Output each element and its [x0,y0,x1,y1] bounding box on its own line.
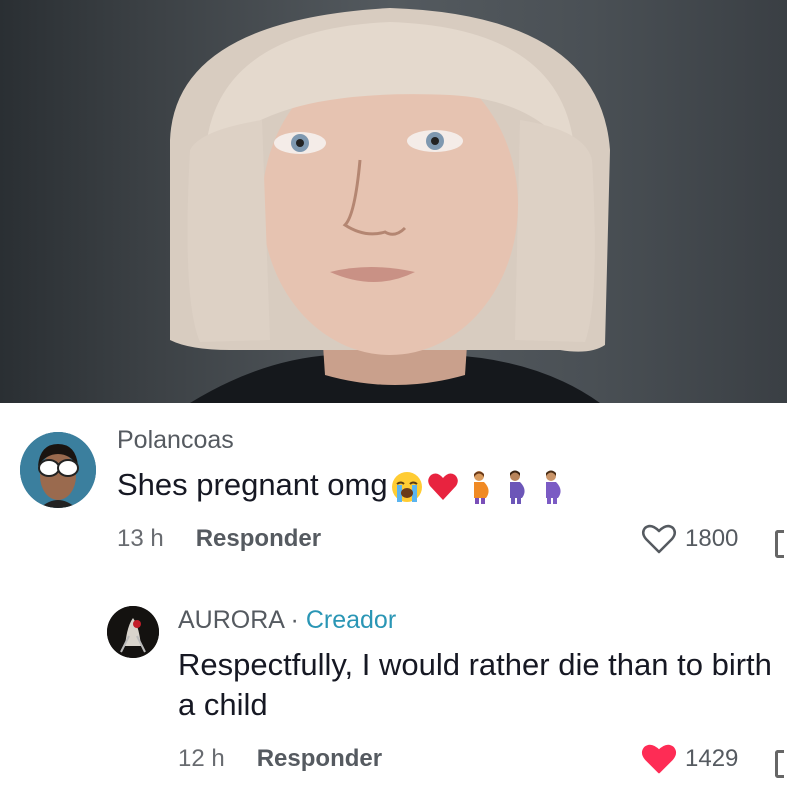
dislike-icon[interactable] [775,530,784,558]
comment-text-body: Shes pregnant omg [117,467,388,502]
creator-badge: Creador [305,606,397,634]
comment-text: Shes pregnant omg [117,465,568,505]
like-count: 1800 [685,525,739,552]
like-button[interactable]: 1429 [641,743,738,775]
portrait-image [170,8,610,403]
reply-button[interactable]: Responder [196,525,321,552]
pregnant-person-icon [545,470,561,504]
creator-username[interactable]: AURORA [178,606,284,634]
comment-text: Respectfully, I would rather die than to… [178,647,772,722]
avatar[interactable] [107,606,159,658]
post-photo [0,0,787,403]
avatar[interactable] [20,432,96,508]
pregnant-person-icon [473,470,489,504]
comment-item: Polancoas Shes pregnant omg 13 h Respond… [0,403,787,583]
like-button[interactable]: 1800 [641,523,738,555]
comment-time: 12 h [178,745,225,772]
pregnant-person-icon [509,470,525,504]
avatar-image [107,606,159,658]
red-heart-icon [427,473,458,500]
like-count: 1429 [685,745,739,772]
comment-item: AURORA · Creador Respectfully, I would r… [0,583,787,788]
avatar-image [20,432,96,508]
heart-outline-icon [642,524,676,554]
comment-username[interactable]: Polancoas [117,426,234,455]
comment-time: 13 h [117,525,164,552]
reply-button[interactable]: Responder [257,745,382,772]
comment-meta: 12 h Responder [178,745,382,773]
comment-meta: 13 h Responder [117,525,321,553]
separator-dot: · [290,606,299,634]
loudly-crying-face-icon [391,471,422,502]
heart-filled-icon [642,744,676,774]
dislike-icon[interactable] [775,750,784,778]
comment-username: AURORA · Creador [178,606,396,635]
